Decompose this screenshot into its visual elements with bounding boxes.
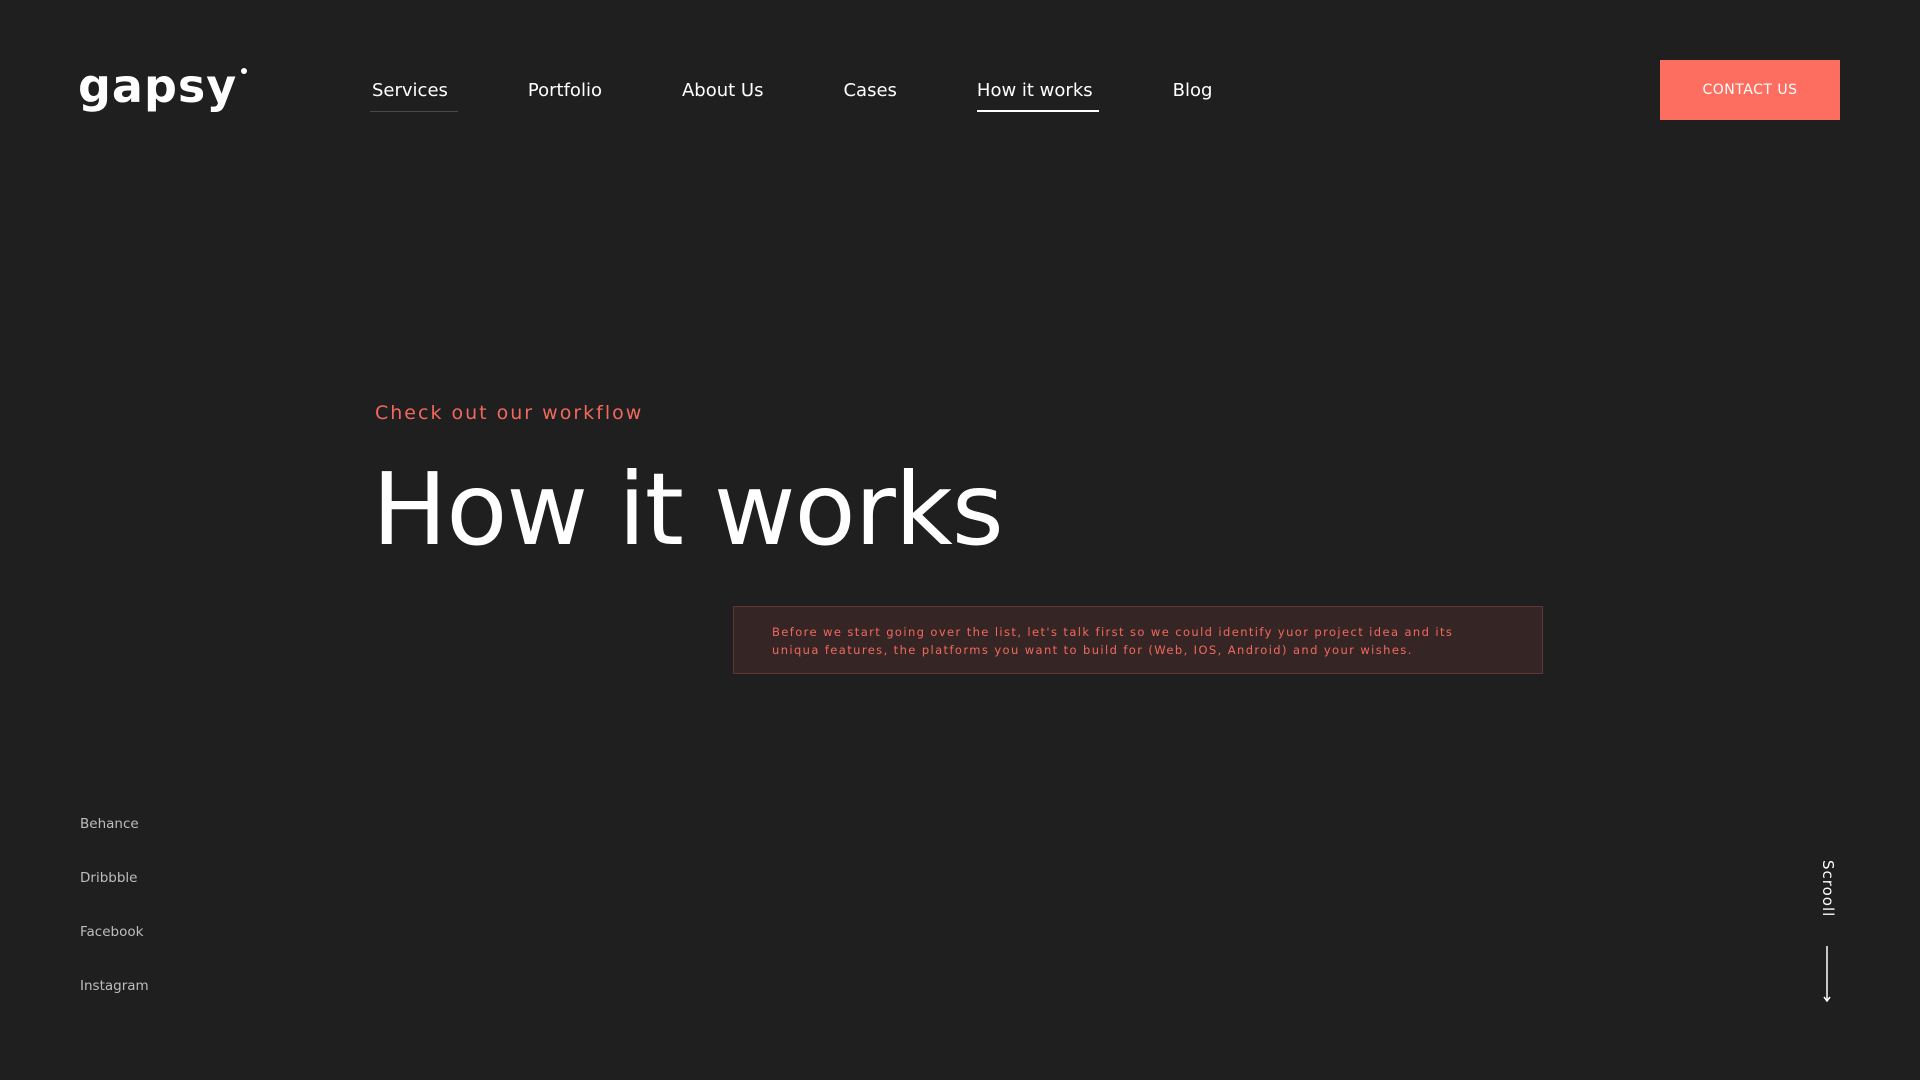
social-link-instagram[interactable]: Instagram xyxy=(80,974,149,1028)
arrow-down-icon xyxy=(1823,946,1831,1003)
logo-text: gapsy xyxy=(78,59,238,113)
social-link-facebook[interactable]: Facebook xyxy=(80,920,149,974)
logo[interactable]: gapsy xyxy=(78,56,248,116)
notice-text-line2: uniqua features, the platforms you want … xyxy=(772,643,1413,657)
hero-eyebrow: Check out our workflow xyxy=(375,402,644,424)
nav-item-how-it-works[interactable]: How it works xyxy=(976,78,1099,112)
social-link-behance[interactable]: Behance xyxy=(80,812,149,866)
intro-notice: Before we start going over the list, let… xyxy=(733,606,1543,674)
logo-dot xyxy=(241,68,248,74)
contact-us-button[interactable]: CONTACT US xyxy=(1660,60,1840,120)
social-links: Behance Dribbble Facebook Instagram xyxy=(80,812,149,1028)
nav-item-blog[interactable]: Blog xyxy=(1173,78,1213,112)
nav-item-services[interactable]: Services xyxy=(370,78,458,112)
page: gapsy Services Portfolio About Us Cases … xyxy=(0,0,1920,1080)
nav-item-cases[interactable]: Cases xyxy=(843,78,896,112)
notice-text-line1: Before we start going over the list, let… xyxy=(772,625,1454,639)
scroll-label: Scrooll xyxy=(1819,860,1837,918)
nav-item-portfolio[interactable]: Portfolio xyxy=(528,78,602,112)
page-title: How it works xyxy=(372,451,1004,568)
nav-item-about-us[interactable]: About Us xyxy=(682,78,764,112)
social-link-dribbble[interactable]: Dribbble xyxy=(80,866,149,920)
scroll-indicator[interactable]: Scrooll xyxy=(1812,860,1844,1010)
main-nav: Services Portfolio About Us Cases How it… xyxy=(370,78,1292,114)
